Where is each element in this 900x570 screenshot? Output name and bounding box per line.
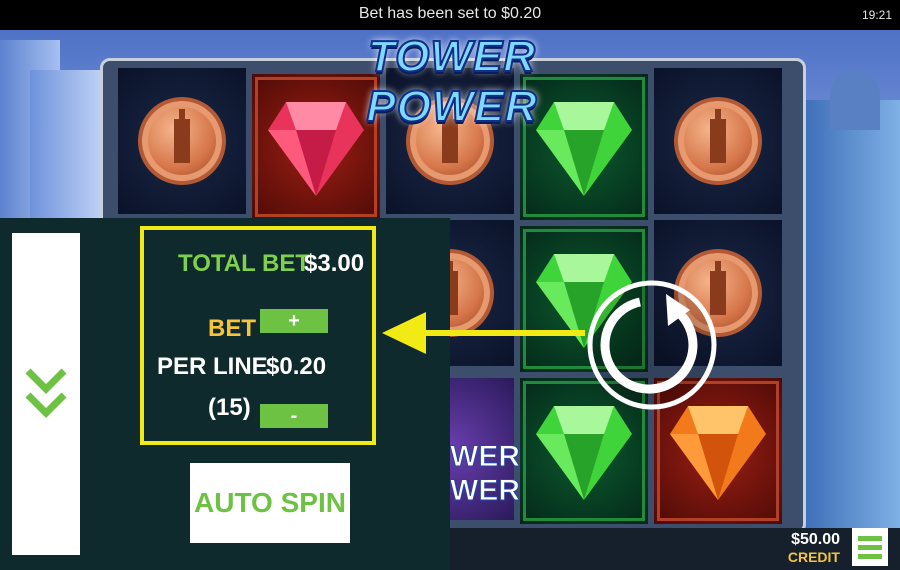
arrow-left-icon <box>382 312 585 354</box>
game-logo: TOWER POWER <box>365 31 538 132</box>
status-message: Bet has been set to $0.20 <box>358 5 542 22</box>
menu-icon <box>858 536 882 541</box>
clock: 19:21 <box>861 8 892 22</box>
reel-cell <box>654 68 782 214</box>
bet-increase-button[interactable]: + <box>260 309 328 333</box>
collapse-panel-button[interactable] <box>12 233 80 555</box>
wild-text: WER <box>450 440 521 474</box>
total-bet-value: $3.00 <box>304 250 365 277</box>
auto-spin-button[interactable]: AUTO SPIN <box>190 463 350 543</box>
status-bar: Bet has been set to $0.20 19:21 <box>0 0 900 30</box>
credit-display: $50.00 CREDIT <box>782 531 840 565</box>
wild-text: WER <box>450 474 521 508</box>
spin-button[interactable] <box>582 250 722 428</box>
red-gem-icon <box>268 102 364 196</box>
green-gem-icon <box>536 102 632 196</box>
per-line-label: PER LINE <box>157 353 268 380</box>
credit-label: CREDIT <box>787 549 840 565</box>
coin-icon <box>678 101 758 181</box>
game-screen: Bet has been set to $0.20 19:21 WER WER <box>0 0 900 570</box>
coin-icon <box>142 101 222 181</box>
total-bet-label: TOTAL BET <box>178 250 310 277</box>
chevron-double-down-icon <box>25 368 67 418</box>
per-line-value: $0.20 <box>266 353 327 380</box>
lines-count: (15) <box>208 394 251 421</box>
menu-button[interactable] <box>852 528 888 566</box>
bet-label: BET <box>208 315 256 342</box>
bet-decrease-button[interactable]: - <box>260 404 328 428</box>
reel-cell <box>118 68 246 214</box>
credit-amount: $50.00 <box>791 531 840 548</box>
